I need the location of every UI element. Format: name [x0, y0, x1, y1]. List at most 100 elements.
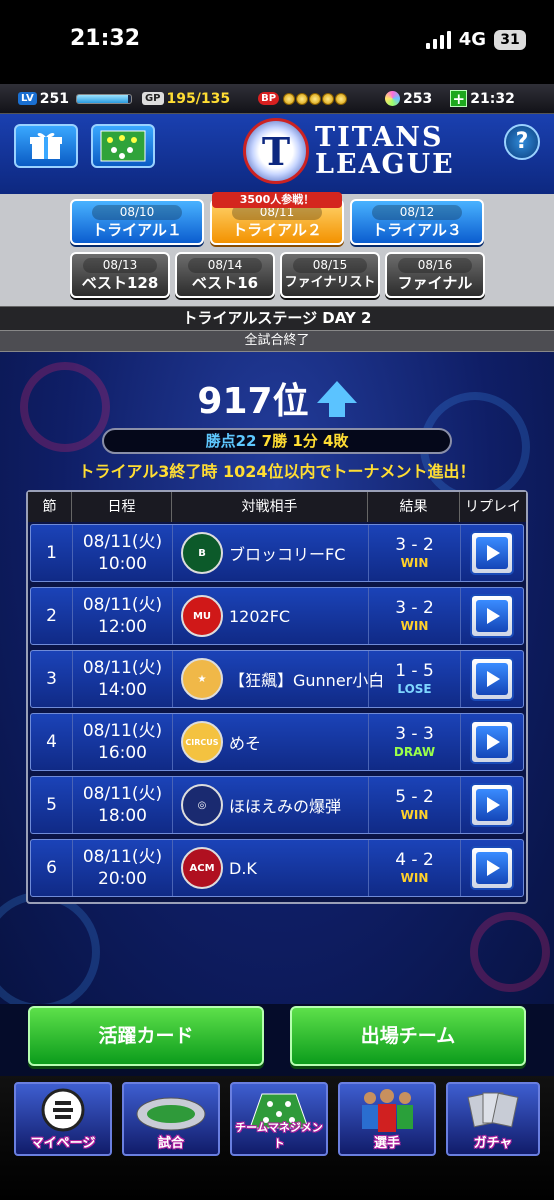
opponent-cell: ◎ ほほえみの爆弾: [173, 777, 369, 833]
pitch-icon: [100, 130, 146, 162]
match-result: WIN: [400, 871, 429, 885]
gem-icon: [385, 91, 401, 106]
play-icon: [476, 789, 508, 821]
help-button[interactable]: ?: [504, 124, 540, 160]
gem-display[interactable]: 253: [385, 91, 432, 107]
signal-icon: [425, 30, 451, 49]
replay-button[interactable]: [470, 657, 514, 701]
logo-line-2: LEAGUE: [315, 149, 455, 180]
replay-button[interactable]: [470, 720, 514, 764]
match-schedule: 08/11(火) 12:00: [73, 588, 173, 644]
table-row: 6 08/11(火) 20:00 ACM D.K 4 - 2 WIN: [30, 839, 524, 897]
opponent-name: ブロッコリーFC: [229, 545, 346, 564]
logo-line-1: TITANS: [315, 122, 444, 153]
gp-value: 195/135: [166, 90, 231, 107]
match-result: DRAW: [393, 745, 436, 759]
formation-button[interactable]: [91, 124, 155, 168]
replay-cell: [461, 777, 523, 833]
day-label: ベスト16: [191, 274, 259, 292]
play-icon: [476, 600, 508, 632]
logo-wordmark: TITANS LEAGUE: [315, 124, 455, 178]
nav-team-management[interactable]: チームマネジメント: [230, 1082, 328, 1156]
match-table: 節 日程 対戦相手 結果 リプレイ 1 08/11(火) 10:00 B ブロッコリーF…: [26, 490, 528, 904]
stamina-display[interactable]: + 21:32: [450, 90, 515, 107]
opponent-name: 【狂飆】Gunner小白: [229, 671, 385, 690]
level-gauge: [75, 93, 132, 104]
match-schedule: 08/11(火) 14:00: [73, 651, 173, 707]
day-date: 08/10: [92, 205, 182, 220]
table-row: 4 08/11(火) 16:00 CIRCUS めそ 3 - 3 DRAW: [30, 713, 524, 771]
match-schedule: 08/11(火) 10:00: [73, 525, 173, 581]
table-header-opponent: 対戦相手: [172, 492, 368, 522]
bp-tag: BP: [258, 92, 280, 105]
match-schedule: 08/11(火) 16:00: [73, 714, 173, 770]
level-gauge-fill: [76, 94, 129, 103]
bp-coin-icon: [335, 92, 348, 105]
stamina-time: 21:32: [470, 90, 515, 107]
plus-icon: +: [450, 90, 468, 107]
bottom-navigation: マイページ 試合 チームマネジメント 選手 ガチャ: [0, 1076, 554, 1200]
team-emblem-icon: B: [181, 532, 223, 574]
round-number: 2: [31, 588, 73, 644]
match-date: 08/11(火): [82, 658, 163, 678]
round-number: 4: [31, 714, 73, 770]
rank-value: 917位: [197, 381, 309, 422]
rank-up-arrow-icon: [316, 381, 357, 417]
day-label: ファイナル: [397, 274, 473, 292]
nav-label: 選手: [373, 1136, 400, 1151]
replay-button[interactable]: [470, 783, 514, 827]
result-cell: 4 - 2 WIN: [369, 840, 461, 896]
match-score: 3 - 2: [395, 535, 434, 555]
day-tab-best-16[interactable]: 08/14 ベスト16: [175, 252, 275, 298]
day-tab-best-128[interactable]: 08/13 ベスト128: [70, 252, 170, 298]
replay-cell: [461, 525, 523, 581]
result-cell: 1 - 5 LOSE: [369, 651, 461, 707]
day-label: ファイナリスト: [284, 275, 376, 290]
replay-cell: [461, 840, 523, 896]
match-result: LOSE: [397, 682, 432, 696]
gp-display: GP 195/135: [141, 90, 231, 107]
replay-button[interactable]: [470, 594, 514, 638]
nav-mypage[interactable]: マイページ: [14, 1082, 112, 1156]
replay-cell: [461, 588, 523, 644]
table-row: 5 08/11(火) 18:00 ◎ ほほえみの爆弾 5 - 2 WIN: [30, 776, 524, 834]
gift-button[interactable]: [14, 124, 78, 168]
opponent-cell: ★ 【狂飆】Gunner小白: [173, 651, 384, 707]
gem-value: 253: [403, 90, 433, 107]
advance-condition: トライアル3終了時 1024位以内でトーナメント進出！: [78, 462, 476, 481]
day-tab-finalist[interactable]: 08/15 ファイナリスト: [280, 252, 380, 298]
match-result: WIN: [400, 556, 429, 570]
opponent-cell: MU 1202FC: [173, 588, 369, 644]
round-number: 6: [31, 840, 73, 896]
match-result: WIN: [400, 808, 429, 822]
nav-label: チームマネジメント: [235, 1121, 323, 1150]
nav-gacha[interactable]: ガチャ: [446, 1082, 540, 1156]
lineup-team-button[interactable]: 出場チーム: [290, 1006, 526, 1066]
day-tab-trial-1[interactable]: 08/10 トライアル１: [70, 199, 204, 245]
match-score: 3 - 2: [395, 598, 434, 618]
points-summary: 勝点22 7勝 1分 4敗: [102, 428, 452, 454]
opponent-cell: CIRCUS めそ: [173, 714, 369, 770]
match-score: 3 - 3: [395, 724, 434, 744]
team-emblem-icon: MU: [181, 595, 223, 637]
day-tab-trial-3[interactable]: 08/12 トライアル３: [350, 199, 484, 245]
bp-coin-icon: [322, 92, 335, 105]
table-header-result: 結果: [368, 492, 460, 522]
nav-match[interactable]: 試合: [122, 1082, 220, 1156]
day-tab-final[interactable]: 08/16 ファイナル: [385, 252, 485, 298]
bp-display: BP: [258, 92, 348, 105]
level-tag: LV: [18, 92, 37, 105]
replay-button[interactable]: [470, 531, 514, 575]
replay-cell: [461, 714, 523, 770]
bg-decoration: [0, 892, 100, 1004]
highlight-cards-button[interactable]: 活躍カード: [28, 1006, 264, 1066]
replay-cell: [461, 651, 523, 707]
match-date: 08/11(火): [82, 595, 163, 615]
stage-status: 全試合終了: [0, 330, 554, 352]
replay-button[interactable]: [470, 846, 514, 890]
match-time: 20:00: [98, 869, 147, 889]
opponent-cell: ACM D.K: [173, 840, 369, 896]
status-time: 21:32: [70, 26, 141, 51]
gp-tag: GP: [141, 92, 164, 105]
nav-players[interactable]: 選手: [338, 1082, 436, 1156]
